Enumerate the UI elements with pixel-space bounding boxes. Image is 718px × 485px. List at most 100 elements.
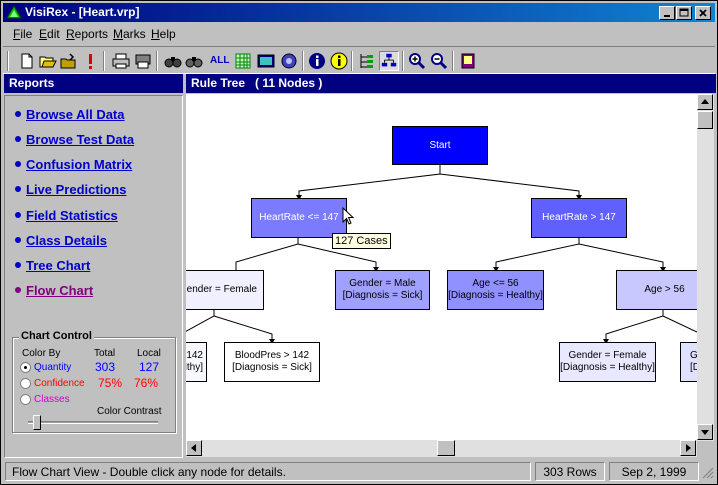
toolbar-separator	[452, 51, 454, 71]
arrow-left-icon	[191, 444, 196, 452]
menu-marks[interactable]: Marks	[113, 27, 146, 41]
tree-node-start[interactable]: Start	[392, 126, 488, 165]
classes-radio[interactable]	[20, 394, 31, 405]
horizontal-scrollbar[interactable]	[186, 440, 697, 457]
print-preview-button[interactable]	[133, 51, 153, 71]
select-all-button[interactable]: ALL	[209, 51, 229, 71]
save-button[interactable]	[59, 51, 79, 71]
quantity-label[interactable]: Quantity	[34, 362, 71, 373]
tree-node-heartrate-low[interactable]: HeartRate <= 147	[251, 198, 347, 238]
grid-button[interactable]	[233, 51, 253, 71]
new-button[interactable]	[17, 51, 37, 71]
close-button[interactable]	[695, 6, 711, 20]
bullet-icon	[15, 110, 21, 117]
quantity-radio[interactable]	[20, 362, 31, 373]
chart-control-group: Chart Control Color By Total Local Quant…	[12, 330, 176, 433]
tree-node-age-low[interactable]: Age <= 56 [Diagnosis = Healthy]	[447, 270, 544, 310]
menu-reports-mnemonic: R	[66, 27, 75, 41]
tree-node-partial[interactable]: G[D	[680, 342, 697, 382]
arrow-down-icon	[701, 430, 709, 435]
total-header: Total	[94, 348, 116, 359]
rule-tree-title: Rule Tree ( 11 Nodes )	[186, 74, 716, 93]
horizontal-scroll-thumb[interactable]	[437, 440, 455, 456]
vertical-scroll-thumb[interactable]	[697, 111, 713, 129]
report-link-flow-chart[interactable]: Flow Chart	[15, 283, 93, 298]
scroll-up-button[interactable]	[697, 94, 713, 110]
color-contrast-slider-thumb[interactable]	[33, 415, 42, 430]
image-button[interactable]	[256, 51, 276, 71]
minimize-button[interactable]	[659, 6, 675, 20]
vertical-scrollbar[interactable]	[697, 94, 714, 457]
zoom-out-button[interactable]	[429, 51, 449, 71]
report-link-class-details[interactable]: Class Details	[15, 233, 107, 248]
report-link-confusion-matrix[interactable]: Confusion Matrix	[15, 157, 132, 172]
confidence-label[interactable]: Confidence	[34, 378, 85, 389]
tree-node-gender-female-left[interactable]: Gender = Female	[186, 270, 264, 310]
open-button[interactable]	[38, 51, 58, 71]
visirex-app-icon[interactable]	[6, 5, 22, 20]
node-label: G	[690, 350, 697, 362]
flow-chart-button[interactable]	[379, 51, 399, 71]
printer-icon	[112, 53, 130, 69]
node-class: [Diagnosis = Healthy]	[448, 290, 543, 301]
alert-button[interactable]	[80, 51, 100, 71]
report-link-tree-chart[interactable]: Tree Chart	[15, 258, 90, 273]
find-next-button[interactable]	[184, 51, 204, 71]
menu-help[interactable]: Help	[151, 27, 176, 41]
minimize-icon	[664, 15, 670, 17]
settings-button[interactable]	[279, 51, 299, 71]
bullet-icon	[15, 211, 21, 218]
report-link-browse-test-data[interactable]: Browse Test Data	[15, 132, 134, 147]
gear-icon	[281, 53, 297, 69]
color-contrast-slider-track[interactable]	[28, 421, 158, 424]
resize-grip-icon[interactable]	[702, 467, 714, 479]
new-document-icon	[21, 53, 33, 69]
node-label: BloodPres > 142	[234, 350, 310, 361]
grid-icon	[235, 53, 251, 69]
report-link-field-statistics[interactable]: Field Statistics	[15, 208, 118, 223]
report-link-label: Browse All Data	[26, 107, 125, 122]
report-link-browse-all-data[interactable]: Browse All Data	[15, 107, 125, 122]
report-link-live-predictions[interactable]: Live Predictions	[15, 182, 126, 197]
scroll-left-button[interactable]	[186, 440, 202, 456]
confidence-total: 75%	[98, 376, 123, 390]
mouse-cursor-icon	[342, 207, 355, 225]
flow-chart-canvas[interactable]: Start HeartRate <= 147 HeartRate > 147 G…	[186, 94, 697, 440]
maximize-button[interactable]	[676, 6, 692, 20]
info-button[interactable]	[307, 51, 327, 71]
status-bar: Flow Chart View - Double click any node …	[3, 461, 715, 482]
confidence-radio[interactable]	[20, 378, 31, 389]
menu-help-mnemonic: H	[151, 27, 160, 41]
menu-edit[interactable]: Edit	[39, 27, 60, 41]
tree-node-bloodpres-high[interactable]: BloodPres > 142 [Diagnosis = Sick]	[224, 342, 320, 382]
classes-label[interactable]: Classes	[34, 394, 70, 405]
scroll-down-button[interactable]	[697, 424, 713, 440]
tree-node-heartrate-high[interactable]: HeartRate > 147	[531, 198, 627, 238]
reports-panel: Reports Browse All Data Browse Test Data…	[4, 74, 183, 458]
context-help-button[interactable]	[329, 51, 349, 71]
picture-icon	[257, 54, 275, 68]
bullet-icon	[15, 286, 21, 293]
find-button[interactable]	[163, 51, 183, 71]
scroll-right-button[interactable]	[680, 440, 696, 456]
zoom-out-icon	[431, 53, 448, 70]
menu-edit-mnemonic: E	[39, 27, 48, 41]
tree-node-gender-male[interactable]: Gender = Male [Diagnosis = Sick]	[335, 270, 430, 310]
connector-start	[298, 165, 580, 198]
zoom-in-button[interactable]	[407, 51, 427, 71]
tree-node-bloodpres-low[interactable]: 142Healthy]	[186, 342, 207, 382]
tree-chart-button[interactable]	[357, 51, 377, 71]
title-bar[interactable]: VisiRex - [Heart.vrp]	[3, 3, 715, 22]
tree-node-gender-female-right[interactable]: Gender = Female [Diagnosis = Healthy]	[559, 342, 656, 382]
menu-file[interactable]: File	[13, 27, 32, 41]
save-folder-icon	[60, 53, 76, 69]
help-book-button[interactable]	[458, 51, 478, 71]
connector-hr-high	[495, 238, 664, 270]
node-label: Age <= 56	[472, 278, 519, 289]
menu-reports[interactable]: Reports	[66, 27, 108, 41]
print-button[interactable]	[111, 51, 131, 71]
quantity-total: 303	[95, 360, 116, 374]
print-preview-icon	[135, 54, 151, 69]
tree-node-age-high[interactable]: Age > 56	[616, 270, 697, 310]
menu-file-label: ile	[20, 27, 33, 41]
